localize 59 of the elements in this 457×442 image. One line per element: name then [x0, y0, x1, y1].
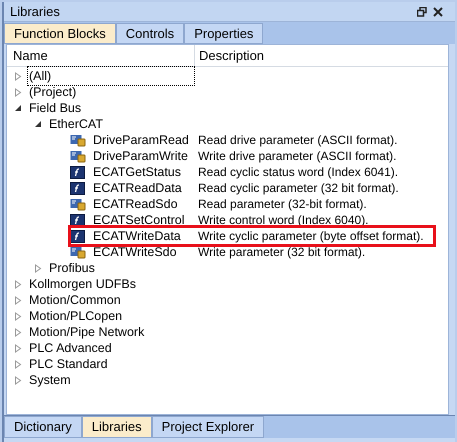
function-block-icon: [70, 181, 86, 195]
tab[interactable]: Dictionary: [4, 416, 82, 438]
description-text: Read cyclic parameter (32 bit format).: [197, 180, 399, 197]
expand-arrow-icon[interactable]: [14, 328, 22, 336]
tree-item[interactable]: System: [28, 370, 72, 390]
tree-item[interactable]: ECATReadSdo: [92, 194, 179, 214]
description-text: Read parameter (32-bit format).: [197, 196, 367, 213]
tree-item[interactable]: Motion/Common: [28, 290, 122, 310]
tree-item[interactable]: Profibus: [48, 258, 96, 278]
expand-arrow-icon[interactable]: [14, 72, 22, 80]
column-header[interactable]: Name: [7, 45, 195, 66]
tab[interactable]: Controls: [116, 23, 184, 44]
collapse-arrow-icon[interactable]: [34, 120, 42, 128]
tree-item[interactable]: Motion/PLCopen: [28, 306, 124, 326]
expand-arrow-icon[interactable]: [34, 264, 42, 272]
close-icon[interactable]: [433, 6, 443, 16]
tab[interactable]: Properties: [184, 23, 264, 44]
tree-item[interactable]: EtherCAT: [48, 114, 104, 134]
column-header[interactable]: Description: [195, 45, 448, 66]
function-block-icon: [70, 149, 86, 163]
expand-arrow-icon[interactable]: [14, 88, 22, 96]
expand-arrow-icon[interactable]: [14, 376, 22, 384]
tree-item[interactable]: ECATSetControl: [92, 210, 186, 230]
tree-item[interactable]: ECATWriteData: [92, 226, 182, 246]
expand-arrow-icon[interactable]: [14, 360, 22, 368]
function-block-icon: [70, 165, 86, 179]
tree-item[interactable]: Kollmorgen UDFBs: [28, 274, 137, 294]
tree-item[interactable]: ECATGetStatus: [92, 162, 182, 182]
expand-arrow-icon[interactable]: [14, 280, 22, 288]
function-block-icon: [70, 213, 86, 227]
description-text: Write drive parameter (ASCII format).: [197, 148, 396, 165]
tree-item[interactable]: ECATReadData: [92, 178, 183, 198]
description-text: Write control word (Index 6040).: [197, 212, 369, 229]
expand-arrow-icon[interactable]: [14, 312, 22, 320]
description-text: Write cyclic parameter (byte offset format).: [197, 228, 424, 245]
panel-title: Libraries: [10, 2, 60, 21]
description-text: Read drive parameter (ASCII format).: [197, 132, 398, 149]
collapse-arrow-icon[interactable]: [14, 104, 22, 112]
function-block-icon: [70, 197, 86, 211]
tree-item[interactable]: ECATWriteSdo: [92, 242, 178, 262]
tree-item[interactable]: DriveParamWrite: [92, 146, 189, 166]
function-block-icon: [70, 229, 86, 243]
tab[interactable]: Libraries: [82, 416, 152, 438]
expand-arrow-icon[interactable]: [14, 296, 22, 304]
tree-item[interactable]: Motion/Pipe Network: [28, 322, 146, 342]
tree-item[interactable]: Field Bus: [28, 98, 82, 118]
restore-icon[interactable]: [417, 6, 427, 16]
tab[interactable]: Function Blocks: [4, 23, 116, 44]
tree-item[interactable]: (Project): [28, 82, 78, 102]
tree-item[interactable]: (All): [28, 66, 194, 86]
tab[interactable]: Project Explorer: [152, 416, 264, 438]
description-text: Write parameter (32 bit format).: [197, 244, 366, 261]
function-block-icon: [70, 245, 86, 259]
tree-item[interactable]: PLC Standard: [28, 354, 109, 374]
description-text: Read cyclic status word (Index 6041).: [197, 164, 398, 181]
tree-item[interactable]: DriveParamRead: [92, 130, 190, 150]
function-block-icon: [70, 133, 86, 147]
expand-arrow-icon[interactable]: [14, 344, 22, 352]
tree-item[interactable]: PLC Advanced: [28, 338, 113, 358]
